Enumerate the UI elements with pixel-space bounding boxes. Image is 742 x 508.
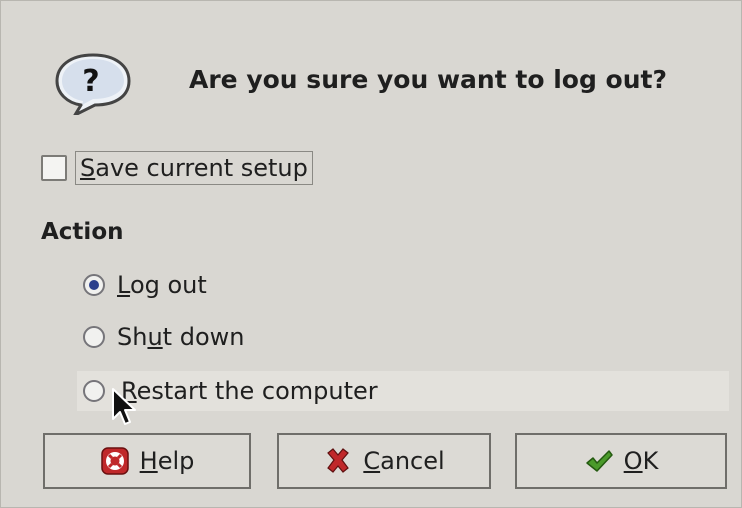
help-label: Help	[140, 447, 195, 475]
radio-button-log-out[interactable]	[83, 274, 105, 296]
radio-button-shut-down[interactable]	[83, 326, 105, 348]
svg-text:?: ?	[82, 64, 99, 99]
save-setup-checkbox[interactable]	[41, 155, 67, 181]
mouse-pointer-icon	[112, 388, 136, 425]
dialog-title: Are you sure you want to log out?	[189, 65, 667, 94]
help-mnemonic: H	[139, 447, 158, 475]
action-section-label: Action	[41, 219, 124, 245]
cancel-rest: ancel	[380, 447, 445, 475]
label-post: t down	[162, 323, 245, 351]
save-setup-mnemonic: S	[80, 154, 96, 182]
label-mnemonic: u	[147, 323, 163, 351]
save-setup-text: ave current setup	[95, 154, 308, 182]
help-rest: elp	[157, 447, 195, 475]
cancel-button[interactable]: Cancel	[277, 433, 491, 489]
logout-dialog: ? Are you sure you want to log out? Save…	[0, 0, 742, 508]
save-setup-label[interactable]: Save current setup	[75, 151, 313, 185]
radio-label-shut-down[interactable]: Shut down	[117, 323, 244, 351]
ok-label: OK	[624, 447, 659, 475]
label-pre: Sh	[117, 323, 148, 351]
radio-button-restart[interactable]	[83, 380, 105, 402]
ok-button[interactable]: OK	[515, 433, 727, 489]
help-button[interactable]: Help	[43, 433, 251, 489]
radio-label-restart[interactable]: Restart the computer	[121, 377, 378, 405]
ok-mnemonic: O	[623, 447, 643, 475]
label-mnemonic: L	[117, 271, 130, 299]
radio-log-out[interactable]: Log out	[83, 271, 207, 299]
checkmark-icon	[585, 450, 613, 472]
cancel-label: Cancel	[363, 447, 444, 475]
lifebuoy-icon	[100, 447, 129, 475]
radio-label-log-out[interactable]: Log out	[117, 271, 207, 299]
cancel-mnemonic: C	[363, 447, 381, 475]
save-setup-row[interactable]: Save current setup	[41, 151, 313, 185]
x-icon	[327, 448, 350, 473]
label-post: estart the computer	[136, 377, 378, 405]
radio-shut-down[interactable]: Shut down	[83, 323, 244, 351]
question-icon: ?	[55, 53, 131, 115]
label-post: og out	[129, 271, 207, 299]
ok-rest: K	[642, 447, 659, 475]
